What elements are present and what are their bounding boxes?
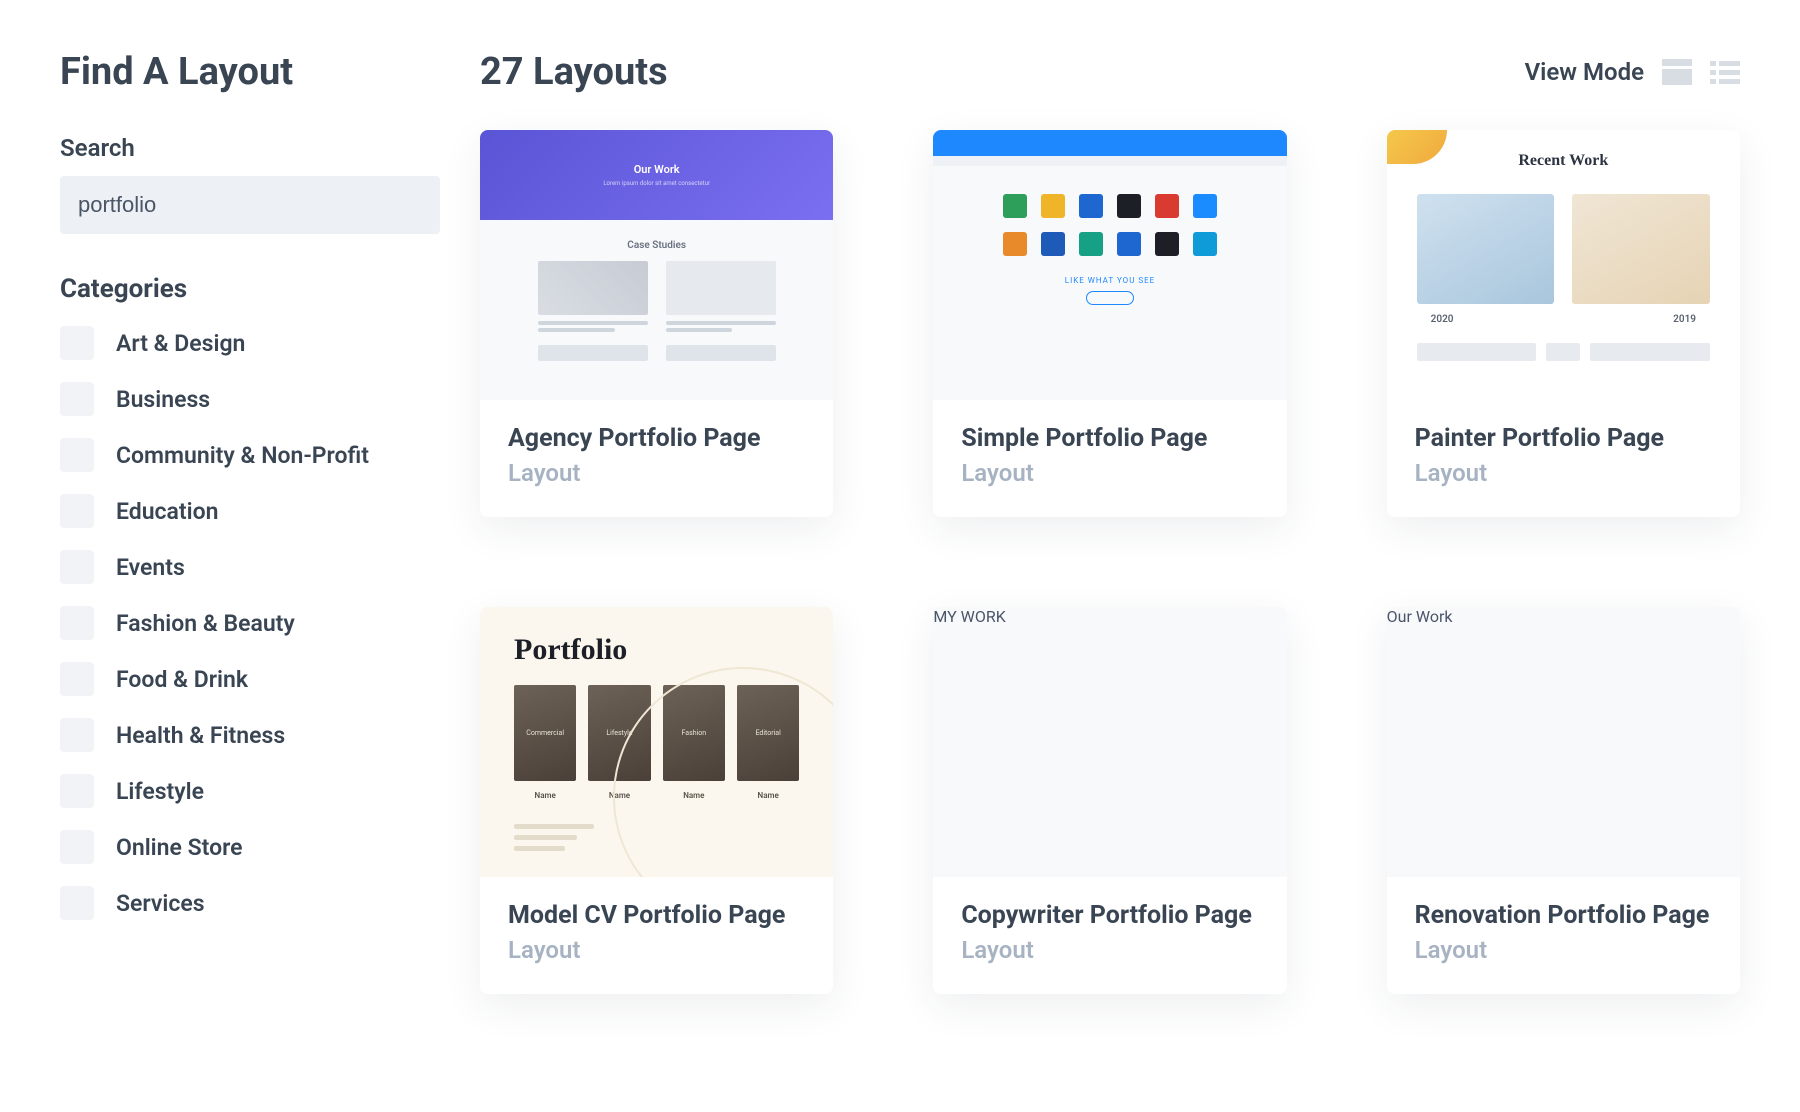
checkbox-icon[interactable] (60, 550, 94, 584)
categories-list: Art & Design Business Community & Non-Pr… (60, 326, 440, 920)
checkbox-icon[interactable] (60, 494, 94, 528)
category-item[interactable]: Health & Fitness (60, 718, 440, 752)
category-item[interactable]: Events (60, 550, 440, 584)
checkbox-icon[interactable] (60, 830, 94, 864)
card-body: Renovation Portfolio Page Layout (1387, 877, 1740, 994)
layout-thumbnail: Our WorkLorem ipsum dolor sit amet conse… (480, 130, 833, 400)
category-label: Art & Design (116, 330, 245, 357)
layout-title: Copywriter Portfolio Page (961, 901, 1258, 930)
card-body: Painter Portfolio Page Layout (1387, 400, 1740, 517)
layout-title: Model CV Portfolio Page (508, 901, 805, 930)
category-label: Lifestyle (116, 778, 204, 805)
checkbox-icon[interactable] (60, 774, 94, 808)
category-label: Events (116, 554, 185, 581)
category-item[interactable]: Services (60, 886, 440, 920)
layout-title: Agency Portfolio Page (508, 424, 805, 453)
layout-card[interactable]: Our Work Renovation Portfolio Page Layou… (1387, 607, 1740, 994)
main-header: 27 Layouts View Mode (480, 50, 1740, 94)
list-view-icon[interactable] (1710, 59, 1740, 85)
category-label: Business (116, 386, 210, 413)
category-label: Food & Drink (116, 666, 248, 693)
layout-title: Renovation Portfolio Page (1415, 901, 1712, 930)
checkbox-icon[interactable] (60, 382, 94, 416)
layout-type-label: Layout (508, 459, 805, 487)
view-mode: View Mode (1525, 58, 1740, 86)
card-body: Model CV Portfolio Page Layout (480, 877, 833, 994)
checkbox-icon[interactable] (60, 718, 94, 752)
category-item[interactable]: Art & Design (60, 326, 440, 360)
results-count: 27 Layouts (480, 50, 668, 94)
layout-card[interactable]: Portfolio CommercialName LifestyleName F… (480, 607, 833, 994)
layout-type-label: Layout (961, 459, 1258, 487)
category-label: Fashion & Beauty (116, 610, 295, 637)
category-item[interactable]: Business (60, 382, 440, 416)
category-label: Community & Non-Profit (116, 442, 369, 469)
layout-thumbnail: Recent Work 20202019 (1387, 130, 1740, 400)
page-title: Find A Layout (60, 50, 440, 94)
layout-title: Simple Portfolio Page (961, 424, 1258, 453)
layout-type-label: Layout (1415, 936, 1712, 964)
search-input[interactable] (60, 176, 440, 234)
checkbox-icon[interactable] (60, 606, 94, 640)
category-item[interactable]: Community & Non-Profit (60, 438, 440, 472)
category-item[interactable]: Lifestyle (60, 774, 440, 808)
categories-heading: Categories (60, 274, 440, 304)
category-label: Health & Fitness (116, 722, 285, 749)
card-body: Simple Portfolio Page Layout (933, 400, 1286, 517)
layout-type-label: Layout (961, 936, 1258, 964)
sidebar: Find A Layout Search Categories Art & De… (60, 50, 440, 994)
results-grid: Our WorkLorem ipsum dolor sit amet conse… (480, 130, 1740, 994)
layout-title: Painter Portfolio Page (1415, 424, 1712, 453)
category-item[interactable]: Education (60, 494, 440, 528)
checkbox-icon[interactable] (60, 438, 94, 472)
layout-thumbnail: Portfolio CommercialName LifestyleName F… (480, 607, 833, 877)
checkbox-icon[interactable] (60, 886, 94, 920)
layout-card[interactable]: Recent Work 20202019 Painter Portfolio P… (1387, 130, 1740, 517)
layout-type-label: Layout (1415, 459, 1712, 487)
category-label: Services (116, 890, 205, 917)
search-label: Search (60, 134, 440, 162)
layout-thumbnail: Our Work (1387, 607, 1740, 877)
main: 27 Layouts View Mode Our WorkLorem ipsum… (480, 50, 1740, 994)
layout-thumbnail: MY WORK (933, 607, 1286, 877)
category-item[interactable]: Fashion & Beauty (60, 606, 440, 640)
card-body: Copywriter Portfolio Page Layout (933, 877, 1286, 994)
layout-card[interactable]: Our WorkLorem ipsum dolor sit amet conse… (480, 130, 833, 517)
category-label: Online Store (116, 834, 243, 861)
card-body: Agency Portfolio Page Layout (480, 400, 833, 517)
checkbox-icon[interactable] (60, 326, 94, 360)
category-item[interactable]: Online Store (60, 830, 440, 864)
grid-view-icon[interactable] (1662, 59, 1692, 85)
category-label: Education (116, 498, 218, 525)
layout-card[interactable]: MY WORK Copywriter Portfolio Page Layout (933, 607, 1286, 994)
layout-thumbnail: LIKE WHAT YOU SEE (933, 130, 1286, 400)
layout-card[interactable]: LIKE WHAT YOU SEE Simple Portfolio Page … (933, 130, 1286, 517)
view-mode-label: View Mode (1525, 58, 1644, 86)
category-item[interactable]: Food & Drink (60, 662, 440, 696)
layout-type-label: Layout (508, 936, 805, 964)
checkbox-icon[interactable] (60, 662, 94, 696)
